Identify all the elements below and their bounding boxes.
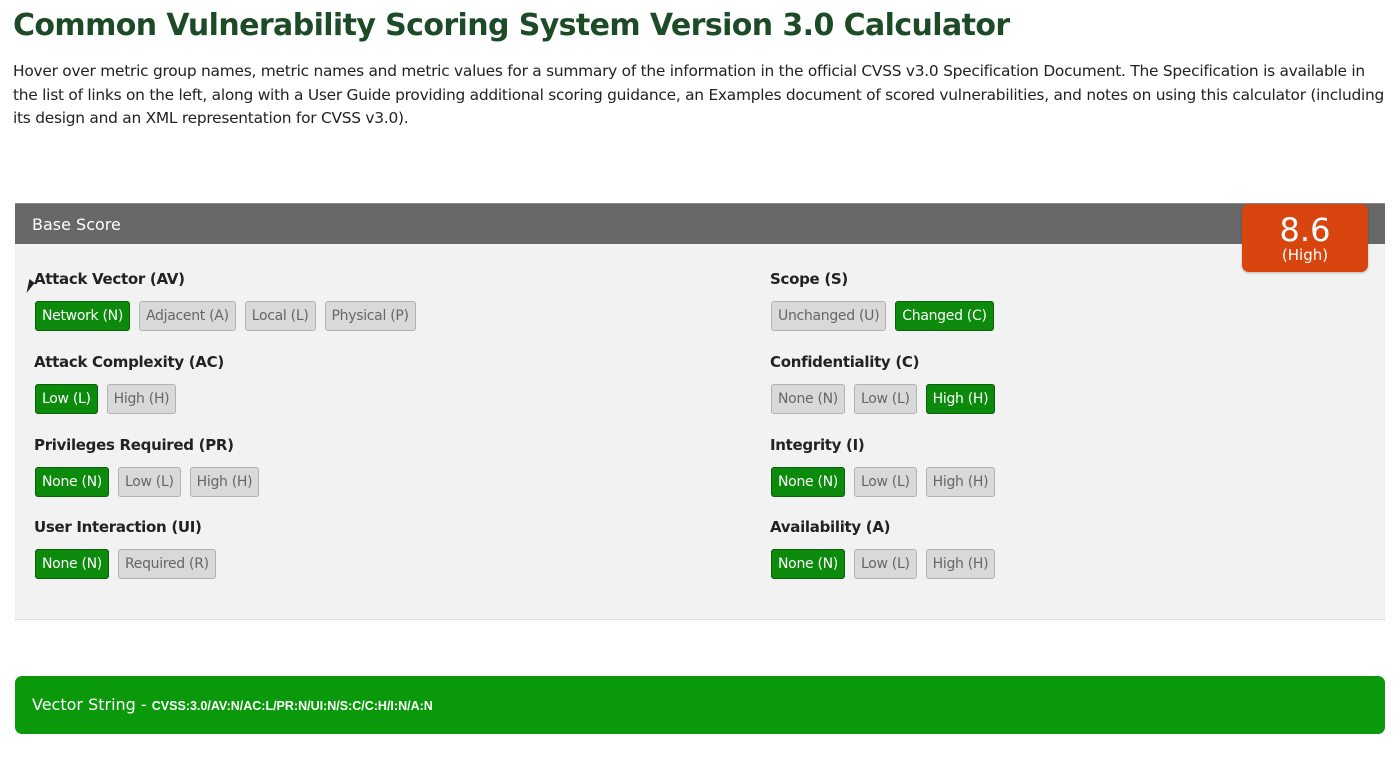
vector-string-value[interactable]: CVSS:3.0/AV:N/AC:L/PR:N/UI:N/S:C/C:H/I:N… [152,699,433,713]
score-severity: (High) [1281,246,1329,264]
metric-value-button[interactable]: Changed (C) [895,301,994,331]
metric-value-button[interactable]: Low (L) [117,467,181,497]
metric-values: Unchanged (U) Changed (C) [771,301,994,331]
metric-name[interactable]: User Interaction (UI) [34,518,202,536]
metric-value-button[interactable]: Low (L) [853,549,917,579]
intro-text: Hover over metric group names, metric na… [13,62,1385,127]
metric-value-button[interactable]: Low (L) [853,384,917,414]
metric-values: None (N) Low (L) High (H) [771,384,996,414]
metric-name[interactable]: Integrity (I) [770,436,865,454]
metric-attack-vector: Attack Vector (AV) Network (N) Adjacent … [34,270,416,331]
metric-values: None (N) Required (R) [35,549,216,579]
metric-availability: Availability (A) None (N) Low (L) High (… [770,518,996,579]
metric-value-button[interactable]: High (H) [925,384,996,414]
vector-string-bar: Vector String - CVSS:3.0/AV:N/AC:L/PR:N/… [15,676,1385,734]
metric-name[interactable]: Scope (S) [770,270,848,288]
cvss-calculator-page: Common Vulnerability Scoring System Vers… [0,0,1400,763]
base-score-badge: 8.6 (High) [1242,204,1368,272]
metric-value-button[interactable]: None (N) [35,467,109,497]
metric-values: Network (N) Adjacent (A) Local (L) Physi… [35,301,416,331]
metric-value-button[interactable]: Adjacent (A) [139,301,236,331]
metric-privileges-required: Privileges Required (PR) None (N) Low (L… [34,436,260,497]
page-title: Common Vulnerability Scoring System Vers… [13,8,1010,43]
metric-values: None (N) Low (L) High (H) [771,467,996,497]
metric-name[interactable]: Availability (A) [770,518,891,536]
metric-value-button[interactable]: Network (N) [35,301,131,331]
metric-integrity: Integrity (I) None (N) Low (L) High (H) [770,436,996,497]
metric-value-button[interactable]: High (H) [189,467,260,497]
metric-scope: Scope (S) Unchanged (U) Changed (C) [770,270,994,331]
metric-value-button[interactable]: None (N) [771,549,845,579]
metric-value-button[interactable]: Low (L) [853,467,917,497]
base-score-header[interactable]: Base Score [15,203,1385,244]
metric-values: None (N) Low (L) High (H) [35,467,260,497]
metric-value-button[interactable]: None (N) [35,549,109,579]
metric-values: None (N) Low (L) High (H) [771,549,996,579]
metric-value-button[interactable]: High (H) [925,467,996,497]
metric-value-button[interactable]: Low (L) [35,384,98,414]
metric-name[interactable]: Confidentiality (C) [770,353,919,371]
metric-user-interaction: User Interaction (UI) None (N) Required … [34,518,216,579]
metric-name[interactable]: Attack Complexity (AC) [34,353,224,371]
metric-value-button[interactable]: High (H) [925,549,996,579]
score-value: 8.6 [1279,211,1331,249]
metric-value-button[interactable]: Unchanged (U) [771,301,887,331]
metric-attack-complexity: Attack Complexity (AC) Low (L) High (H) [34,353,224,414]
metric-name[interactable]: Attack Vector (AV) [34,270,185,288]
metric-value-button[interactable]: Required (R) [117,549,216,579]
metric-name[interactable]: Privileges Required (PR) [34,436,234,454]
metric-value-button[interactable]: Local (L) [244,301,316,331]
metric-confidentiality: Confidentiality (C) None (N) Low (L) Hig… [770,353,996,414]
metric-value-button[interactable]: None (N) [771,467,845,497]
metric-values: Low (L) High (H) [35,384,177,414]
metric-value-button[interactable]: High (H) [106,384,177,414]
base-score-panel: Base Score [15,203,1385,620]
metric-value-button[interactable]: Physical (P) [324,301,416,331]
metric-value-button[interactable]: None (N) [771,384,845,414]
vector-string-label: Vector String - [32,695,152,714]
